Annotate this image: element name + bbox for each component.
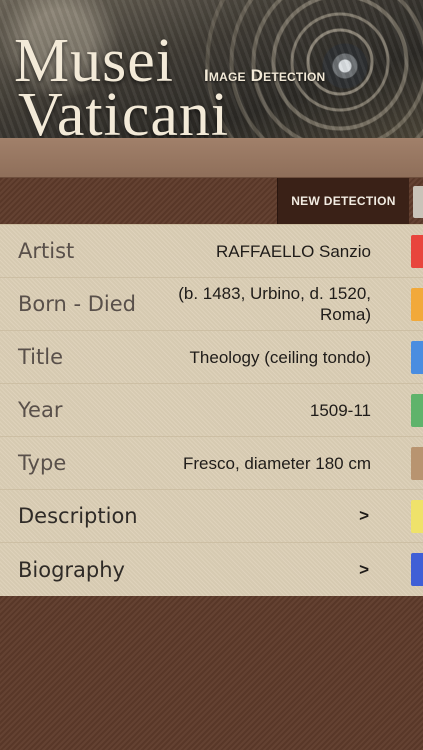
header-banner: Musei Vaticani Image Detection — [0, 0, 423, 138]
type-row: Type Fresco, diameter 180 cm — [0, 437, 423, 490]
artist-row: Artist RAFFAELLO Sanzio — [0, 225, 423, 278]
artist-label: Artist — [18, 239, 75, 263]
title-label: Title — [18, 345, 64, 369]
details-table: Artist RAFFAELLO Sanzio Born - Died (b. … — [0, 224, 423, 596]
artist-value: RAFFAELLO Sanzio — [216, 241, 371, 261]
title-value: Theology (ceiling tondo) — [189, 347, 371, 367]
app-title-line2: Vaticani — [18, 81, 230, 138]
born-died-value: (b. 1483, Urbino, d. 1520, Roma) — [178, 284, 371, 324]
type-color-tab — [411, 447, 423, 480]
biography-color-tab — [411, 553, 423, 586]
type-value: Fresco, diameter 180 cm — [182, 453, 371, 473]
new-detection-tab — [413, 186, 423, 218]
biography-row[interactable]: Biography > — [0, 543, 423, 596]
artist-color-tab — [411, 235, 423, 268]
biography-label: Biography — [18, 557, 125, 582]
biography-chevron-icon: > — [359, 559, 369, 579]
type-label: Type — [18, 451, 67, 475]
year-value: 1509-11 — [309, 400, 371, 420]
year-row: Year 1509-11 — [0, 384, 423, 437]
title-color-tab — [411, 341, 423, 374]
year-color-tab — [411, 394, 423, 427]
app-subtitle: Image Detection — [204, 66, 326, 85]
new-detection-button[interactable]: NEW DETECTION — [277, 178, 409, 224]
header-bar — [0, 138, 423, 178]
year-label: Year — [18, 398, 63, 422]
born-died-label: Born - Died — [18, 292, 137, 316]
title-row: Title Theology (ceiling tondo) — [0, 331, 423, 384]
description-color-tab — [411, 500, 423, 533]
born-died-color-tab — [411, 288, 423, 321]
toolbar: NEW DETECTION — [0, 178, 423, 224]
description-row[interactable]: Description > — [0, 490, 423, 543]
description-chevron-icon: > — [359, 506, 369, 525]
born-died-row: Born - Died (b. 1483, Urbino, d. 1520, R… — [0, 278, 423, 331]
description-label: Description — [18, 504, 138, 528]
